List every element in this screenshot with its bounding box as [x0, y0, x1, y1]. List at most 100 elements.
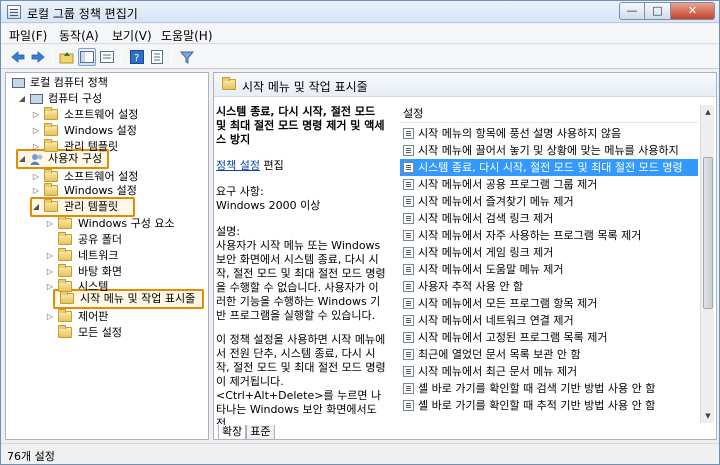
- folder-icon: [44, 123, 58, 136]
- folder-icon: [222, 77, 236, 90]
- setting-name: 시작 메뉴에서 최근 문서 메뉴 제거: [418, 365, 578, 378]
- setting-name: 시작 메뉴에서 공용 프로그램 그룹 제거: [418, 178, 598, 191]
- tab-standard[interactable]: 표준: [246, 425, 275, 439]
- folder-icon: [58, 309, 72, 322]
- setting-name: 시작 메뉴에서 검색 링크 제거: [418, 212, 554, 225]
- policy-setting-icon: [403, 332, 414, 343]
- folder-icon: [58, 264, 72, 277]
- setting-row[interactable]: 최근에 열었던 문서 목록 보관 안 함: [400, 346, 698, 363]
- up-folder-icon[interactable]: [58, 48, 76, 66]
- navigation-tree: 로컬 컴퓨터 정책 ◢ 컴퓨터 구성 ▷ 소프트웨어 설정 ▷ Windows …: [5, 72, 209, 440]
- policy-setting-icon: [403, 400, 414, 411]
- setting-row[interactable]: 사용자 추적 사용 안 함: [400, 278, 698, 295]
- menu-help[interactable]: 도움말(H): [161, 27, 213, 44]
- users-icon: [30, 153, 44, 165]
- maximize-button[interactable]: □: [645, 2, 671, 20]
- view-tabs: 확장 표준: [218, 425, 275, 439]
- setting-row[interactable]: 시스템 종료, 다시 시작, 절전 모드 및 최대 절전 모드 명령: [400, 159, 698, 176]
- menu-view[interactable]: 보기(V): [112, 27, 152, 44]
- expand-arrow-icon[interactable]: ▷: [46, 264, 54, 280]
- setting-row[interactable]: 시작 메뉴에 끌어서 놓기 및 상황에 맞는 메뉴를 사용하지: [400, 142, 698, 159]
- help-icon[interactable]: ?: [128, 48, 146, 66]
- setting-row[interactable]: 시작 메뉴에서 모든 프로그램 항목 제거: [400, 295, 698, 312]
- setting-row[interactable]: 셸 바로 가기를 확인할 때 추적 기반 방법 사용 안 함: [400, 397, 698, 414]
- setting-row[interactable]: 시작 메뉴에서 네트워크 연결 제거: [400, 312, 698, 329]
- description-text-2: 이 정책 설정을 사용하면 시작 메뉴에서 전원 단추, 시스템 종료, 다시 …: [216, 333, 386, 430]
- setting-row[interactable]: 시작 메뉴에서 도움말 메뉴 제거: [400, 261, 698, 278]
- tab-extended[interactable]: 확장: [218, 425, 247, 439]
- menu-bar: 파일(F) 동작(A) 보기(V) 도움말(H): [1, 24, 719, 44]
- svg-text:?: ?: [134, 53, 139, 64]
- setting-name: 시작 메뉴에서 자주 사용하는 프로그램 목록 제거: [418, 229, 642, 242]
- extended-description: 시스템 종료, 다시 시작, 절전 모드 및 최대 절전 모드 명령 제거 및 …: [216, 105, 386, 430]
- list-view-icon[interactable]: [98, 48, 116, 66]
- expand-arrow-icon[interactable]: ▷: [46, 216, 54, 232]
- computer-icon: [30, 94, 43, 104]
- setting-row[interactable]: 시작 메뉴에서 고정된 프로그램 목록 제거: [400, 329, 698, 346]
- forward-arrow-icon[interactable]: [29, 48, 47, 66]
- expand-arrow-icon[interactable]: ▷: [32, 107, 40, 123]
- setting-row[interactable]: 시작 메뉴에서 공용 프로그램 그룹 제거: [400, 176, 698, 193]
- setting-name: 시작 메뉴에서 게임 링크 제거: [418, 246, 554, 259]
- back-arrow-icon[interactable]: [9, 48, 27, 66]
- details-pane: 시작 메뉴 및 작업 표시줄 시스템 종료, 다시 시작, 절전 모드 및 최대…: [213, 72, 717, 440]
- setting-row[interactable]: 셸 바로 가기를 확인할 때 검색 기반 방법 사용 안 함: [400, 380, 698, 397]
- filter-icon[interactable]: [178, 48, 196, 66]
- details-header-title: 시작 메뉴 및 작업 표시줄: [242, 80, 368, 94]
- setting-name: 셸 바로 가기를 확인할 때 검색 기반 방법 사용 안 함: [418, 382, 656, 395]
- show-hide-tree-icon[interactable]: [78, 48, 96, 66]
- expand-arrow-icon[interactable]: ▷: [32, 123, 40, 139]
- setting-row[interactable]: 시작 메뉴에서 최근 문서 메뉴 제거: [400, 363, 698, 380]
- menu-file[interactable]: 파일(F): [9, 27, 47, 44]
- folder-icon: [44, 169, 58, 182]
- collapse-arrow-icon[interactable]: ◢: [18, 151, 26, 167]
- setting-name: 시작 메뉴에서 즐겨찾기 메뉴 제거: [418, 195, 574, 208]
- description-label: 설명:: [216, 225, 240, 238]
- menu-action[interactable]: 동작(A): [59, 27, 99, 44]
- setting-name: 시작 메뉴에서 고정된 프로그램 목록 제거: [418, 331, 608, 344]
- setting-row[interactable]: 시작 메뉴에서 자주 사용하는 프로그램 목록 제거: [400, 227, 698, 244]
- policy-setting-icon: [403, 247, 414, 258]
- setting-name: 시스템 종료, 다시 시작, 절전 모드 및 최대 절전 모드 명령: [418, 161, 683, 174]
- scroll-up-icon[interactable]: ▲: [701, 105, 715, 119]
- expand-arrow-icon[interactable]: ▷: [32, 183, 40, 199]
- policy-setting-icon: [403, 366, 414, 377]
- collapse-arrow-icon[interactable]: ◢: [18, 91, 26, 107]
- folder-icon: [58, 216, 72, 229]
- folder-icon: [44, 199, 58, 212]
- minimize-button[interactable]: —: [619, 2, 645, 20]
- folder-icon: [44, 107, 58, 120]
- policy-setting-icon: [403, 298, 414, 309]
- title-bar[interactable]: 로컬 그룹 정책 편집기 — □ ✕: [1, 1, 719, 23]
- setting-name: 시작 메뉴에서 도움말 메뉴 제거: [418, 263, 564, 276]
- policy-setting-icon: [403, 383, 414, 394]
- folder-icon: [44, 183, 58, 196]
- expand-arrow-icon[interactable]: ▷: [46, 309, 54, 325]
- collapse-arrow-icon[interactable]: ◢: [32, 199, 40, 215]
- policy-title: 시스템 종료, 다시 시작, 절전 모드 및 최대 절전 모드 명령 제거 및 …: [216, 105, 385, 146]
- folder-icon: [60, 291, 74, 304]
- properties-icon[interactable]: [148, 48, 166, 66]
- scroll-down-icon[interactable]: ▼: [701, 409, 715, 423]
- status-text: 76개 설정: [7, 450, 55, 463]
- setting-name: 시작 메뉴의 항목에 풍선 설명 사용하지 않음: [418, 127, 622, 140]
- description-text: 사용자가 시작 메뉴 또는 Windows 보안 화면에서 시스템 종료, 다시…: [216, 239, 386, 322]
- setting-row[interactable]: 시작 메뉴의 항목에 풍선 설명 사용하지 않음: [400, 125, 698, 142]
- setting-row[interactable]: 시작 메뉴에서 검색 링크 제거: [400, 210, 698, 227]
- policy-setting-icon: [403, 145, 414, 156]
- expand-arrow-icon[interactable]: ▷: [46, 279, 54, 295]
- policy-setting-icon: [403, 264, 414, 275]
- policy-setting-icon: [403, 315, 414, 326]
- policy-setting-icon: [403, 230, 414, 241]
- vertical-scrollbar[interactable]: ▲ ▼: [700, 105, 714, 423]
- settings-list: 설정 시작 메뉴의 항목에 풍선 설명 사용하지 않음시작 메뉴에 끌어서 놓기…: [400, 105, 698, 425]
- expand-arrow-icon[interactable]: ▷: [46, 248, 54, 264]
- close-button[interactable]: ✕: [671, 2, 715, 20]
- folder-icon: [58, 232, 72, 245]
- setting-row[interactable]: 시작 메뉴에서 즐겨찾기 메뉴 제거: [400, 193, 698, 210]
- setting-name: 시작 메뉴에 끌어서 놓기 및 상황에 맞는 메뉴를 사용하지: [418, 144, 679, 157]
- edit-policy-link[interactable]: 정책 설정: [216, 159, 260, 172]
- scroll-thumb[interactable]: [703, 157, 713, 309]
- column-header-setting[interactable]: 설정: [400, 105, 698, 123]
- setting-row[interactable]: 시작 메뉴에서 게임 링크 제거: [400, 244, 698, 261]
